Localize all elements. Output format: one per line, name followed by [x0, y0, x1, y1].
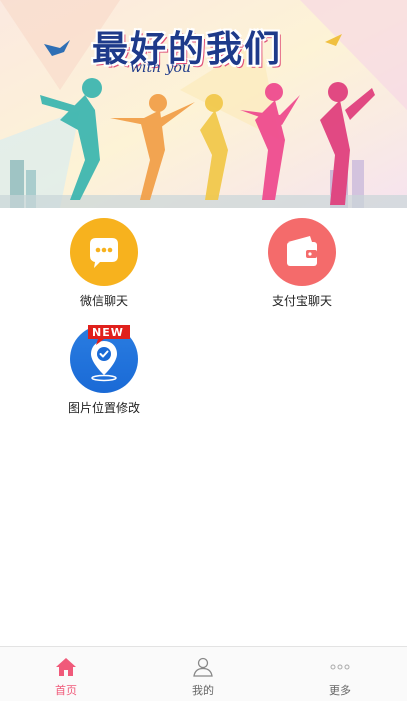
user-icon [163, 654, 243, 680]
new-badge-text: NEW [92, 326, 124, 339]
more-dots-icon [300, 654, 380, 680]
home-icon [26, 654, 106, 680]
tab-home[interactable]: 首页 [26, 647, 106, 701]
alipay-chat-icon-circle [268, 218, 336, 286]
tab-more-label: 更多 [329, 684, 351, 697]
alipay-chat-label: 支付宝聊天 [271, 294, 332, 308]
wechat-chat-icon-circle [70, 218, 138, 286]
banner-subtitle: with you [130, 60, 191, 76]
wallet-icon [287, 236, 317, 266]
tab-more[interactable]: 更多 [300, 647, 380, 701]
banner[interactable]: 最好的我们 with you [0, 0, 407, 208]
tab-mine[interactable]: 我的 [163, 647, 243, 701]
tab-home-label: 首页 [55, 684, 77, 697]
wechat-chat-label: 微信聊天 [79, 294, 128, 308]
chat-bubble-icon [90, 238, 118, 268]
bottom-tab-bar: 首页 我的 更多 [0, 646, 407, 701]
wechat-chat-button[interactable]: 微信聊天 [49, 218, 159, 309]
image-location-edit-label: 图片位置修改 [67, 401, 140, 415]
tab-mine-label: 我的 [192, 684, 214, 697]
new-badge: NEW [88, 325, 130, 345]
alipay-chat-button[interactable]: 支付宝聊天 [247, 218, 357, 309]
